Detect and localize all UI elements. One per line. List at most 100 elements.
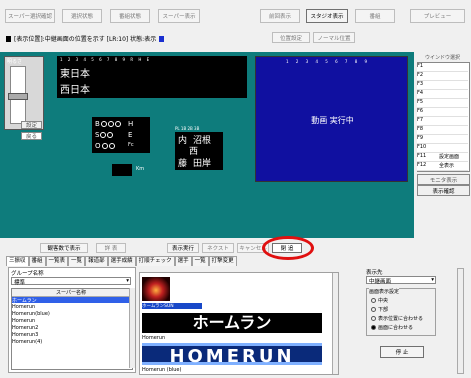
preview-scrollbar[interactable] — [332, 273, 338, 374]
video-status: 動画 実行中 — [311, 116, 354, 125]
radio-option-4[interactable]: 画面に合わせる — [370, 324, 413, 331]
display-confirm-button[interactable]: 表示確認 — [417, 185, 470, 196]
status-black-square — [6, 35, 11, 42]
radio-option-1[interactable]: 中央 — [370, 297, 388, 304]
radio-option-2[interactable]: 下部 — [370, 306, 388, 313]
tab-10[interactable]: 打撃変更 — [208, 256, 237, 266]
radio-icon — [371, 298, 376, 303]
preview-caption-1: Homerun — [142, 335, 166, 341]
tab-5[interactable]: 報道部 — [85, 256, 108, 266]
group-label: グループ名称 — [11, 271, 44, 277]
audience-display-button[interactable]: 観客数で表示 — [40, 243, 88, 253]
preview-panel: ホームランSUN ホームラン Homerun HOMERUN Homerun (… — [139, 272, 339, 375]
radio-icon — [371, 316, 376, 321]
list-item[interactable]: Homerun2 — [12, 325, 130, 331]
list-item[interactable]: Homerun3 — [12, 332, 130, 338]
window-item-f7[interactable]: F7 — [417, 117, 468, 126]
video-header: 1 2 3 4 5 6 7 8 9 — [286, 59, 371, 64]
window-item-f4[interactable]: F4 — [417, 90, 468, 99]
position-set-button[interactable]: 位置設定 — [272, 32, 310, 43]
chevron-down-icon: ▾ — [431, 277, 434, 283]
mini-label: Km — [136, 166, 145, 172]
display-target-label: 表示先 — [366, 270, 383, 276]
toolbar-button-6[interactable]: スタジオ表示 — [306, 9, 348, 23]
normal-position-button[interactable]: ノーマル位置 — [313, 32, 355, 43]
brightness-slider-thumb[interactable] — [8, 93, 28, 100]
display-target-select[interactable]: 中継画面 ▾ — [366, 276, 436, 285]
ball-dot — [114, 121, 121, 127]
radio-option-3[interactable]: 表示位置に合わせる — [370, 315, 423, 322]
list-item[interactable]: Homerun(blue) — [12, 311, 130, 317]
tab-1[interactable]: 三振収 — [6, 256, 29, 266]
toolbar-button-4[interactable]: スーパー表示 — [158, 9, 200, 23]
window-item-f6[interactable]: F6 — [417, 108, 468, 117]
window-item-f10[interactable]: F10 — [417, 144, 468, 153]
toolbar-button-8[interactable]: プレビュー — [410, 9, 465, 23]
window-item-f3[interactable]: F3 — [417, 81, 468, 90]
window-item-f11[interactable]: F11 設定画面 — [417, 153, 468, 162]
window-item-f12[interactable]: F12 全表示 — [417, 162, 468, 171]
fielder-1: 内 — [178, 136, 188, 146]
window-item-f8[interactable]: F8 — [417, 126, 468, 135]
detail-button[interactable]: 詳 表 — [96, 243, 126, 253]
stop-button[interactable]: 停 止 — [380, 346, 424, 358]
list-item[interactable]: Homerun — [12, 304, 130, 310]
preview-en-banner: HOMERUN — [142, 343, 322, 367]
brightness-settings-button[interactable]: 設定 — [21, 121, 42, 129]
inning-header: 1 2 3 4 5 6 7 8 9 R H E — [60, 57, 152, 62]
toolbar-button-5[interactable]: 前回表示 — [260, 9, 300, 23]
status-line: [表示位置]:中継画面の位置を示す [LR:10] 状態:表示 — [6, 34, 165, 43]
tab-7[interactable]: 打順チェック — [135, 256, 175, 266]
radio-icon — [371, 307, 376, 312]
preview-small-caption: ホームランSUN — [142, 303, 202, 309]
super-list-header: スーパー名称 — [12, 289, 130, 297]
toolbar-button-2[interactable]: 選択状態 — [62, 9, 102, 23]
out-dot — [108, 143, 115, 149]
next-button[interactable]: ネクスト — [202, 243, 234, 253]
list-item-selected[interactable]: ホームラン — [12, 297, 130, 304]
fielder-5: 田岸 — [193, 159, 212, 169]
tab-strip: 三振収 番組 一覧表 一覧 報道部 選手成績 打順チェック 選手 一覧 打撃変更 — [6, 256, 464, 266]
list-item[interactable]: Homerun(4) — [12, 339, 130, 345]
tab-2[interactable]: 番組 — [28, 256, 46, 266]
display-execute-button[interactable]: 表示実行 — [167, 243, 199, 253]
window-item-f1[interactable]: F1 — [417, 63, 468, 72]
team-top-name: 東日本 — [60, 69, 90, 80]
preview-jp-banner: ホームラン — [142, 313, 322, 333]
status-text: [表示位置]:中継画面の位置を示す [LR:10] 状態:表示 — [14, 36, 157, 43]
list-scrollbar[interactable] — [129, 288, 135, 368]
window-item-f2[interactable]: F2 — [417, 72, 468, 81]
tab-3[interactable]: 一覧表 — [45, 256, 69, 266]
team-bottom-name: 西日本 — [60, 85, 90, 96]
homerun-thumbnail — [142, 277, 170, 301]
left-list-panel: グループ名称 標準 ▾ スーパー名称 ホームラン Homerun Homerun… — [8, 267, 136, 373]
tab-8[interactable]: 選手 — [174, 256, 192, 266]
tab-9[interactable]: 一覧 — [191, 256, 209, 266]
count-box: B S O H E Fc — [92, 117, 150, 153]
super-list: スーパー名称 ホームラン Homerun Homerun(blue) Homer… — [11, 288, 133, 370]
window-item-f5[interactable]: F5 — [417, 99, 468, 108]
score-box: 1 2 3 4 5 6 7 8 9 R H E 東日本 西日本 — [57, 56, 247, 98]
group-select[interactable]: 標準 ▾ — [11, 277, 131, 286]
tab-4[interactable]: 一覧 — [68, 256, 86, 266]
preview-caption-2: Homerun (blue) — [142, 367, 182, 373]
ball-count: B — [95, 120, 121, 128]
toolbar-button-1[interactable]: スーパー選択確認 — [5, 9, 55, 23]
brightness-reset-button[interactable]: 戻る — [21, 132, 42, 140]
list-item[interactable]: Homerun — [12, 318, 130, 324]
monitor-display-button[interactable]: モニタ表示 — [417, 174, 470, 185]
video-window: 1 2 3 4 5 6 7 8 9 動画 実行中 — [255, 56, 408, 182]
radio-icon-selected — [371, 325, 376, 330]
toolbar-button-3[interactable]: 番組状態 — [110, 9, 150, 23]
strike-dot — [100, 132, 107, 138]
tab-6[interactable]: 選手成績 — [107, 256, 136, 266]
fc-label: Fc — [128, 142, 134, 148]
strike-count: S — [95, 131, 114, 139]
fielding-box: 内 沼根 西 藤 田岸 — [175, 132, 223, 170]
toolbar-button-7[interactable]: 番組 — [355, 9, 395, 23]
right-scrollbar[interactable] — [457, 268, 464, 374]
window-item-f9[interactable]: F9 — [417, 135, 468, 144]
top-toolbar — [0, 0, 471, 52]
brightness-panel: 明るさ — [4, 56, 44, 130]
out-dot — [101, 143, 108, 149]
